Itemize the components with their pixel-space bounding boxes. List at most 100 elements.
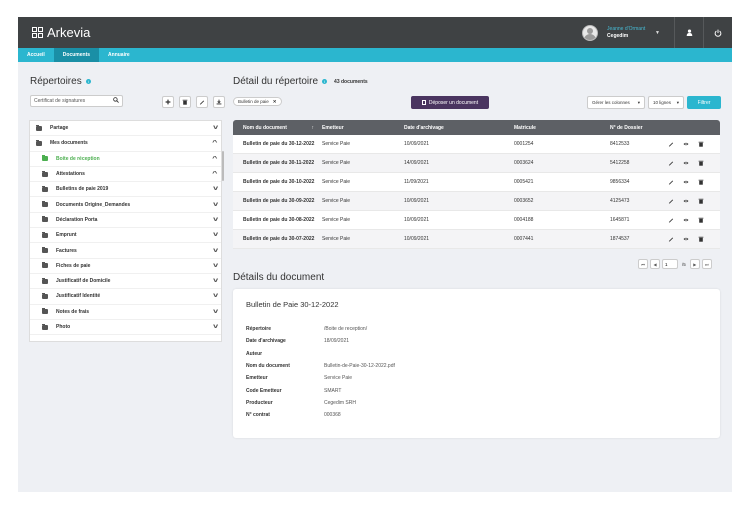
rows-per-page-select[interactable]: 10 lignes ▾ (648, 96, 684, 109)
filter-button[interactable]: Filtrer (687, 96, 721, 109)
chevron-up-icon[interactable]: ^ (213, 140, 218, 146)
manage-columns-select[interactable]: Gérer les colonnes ▾ (587, 96, 645, 109)
filter-chip[interactable]: Bulletin de paie ✕ (233, 97, 282, 106)
sort-icon: ↑ (311, 124, 315, 131)
chevron-down-icon[interactable]: v (213, 278, 218, 284)
nav-annuaire[interactable]: Annuaire (99, 48, 139, 62)
pencil-icon[interactable] (668, 141, 674, 147)
power-icon[interactable] (704, 29, 732, 37)
column-header-dossier[interactable]: N° de Dossier (610, 125, 668, 131)
chevron-down-icon[interactable]: v (213, 324, 218, 330)
table-row[interactable]: Bulletin de paie du 30-07-2022 Service Pa… (233, 230, 720, 249)
chevron-down-icon[interactable]: v (213, 217, 218, 223)
chevron-up-icon[interactable]: ^ (213, 171, 218, 177)
folder-label: Boite de réception (56, 155, 100, 162)
eye-icon[interactable] (683, 198, 689, 204)
chevron-down-icon[interactable]: v (213, 293, 218, 299)
app-logo[interactable]: Arkevia (32, 25, 90, 40)
info-icon[interactable]: i (85, 79, 91, 84)
table-cell: Service Paie (322, 217, 351, 223)
chevron-down-icon[interactable]: v (213, 263, 218, 269)
folder-item[interactable]: Mes documents ^ (30, 136, 221, 152)
info-icon[interactable]: i (322, 79, 328, 84)
pencil-icon[interactable] (668, 217, 674, 223)
folder-icon (42, 170, 48, 177)
folder-icon (42, 231, 48, 238)
search-input[interactable]: Certificat de signatures (30, 95, 123, 107)
search-icon[interactable] (113, 97, 119, 105)
next-page-button[interactable]: ▶ (689, 259, 700, 269)
folder-label: Factures (56, 247, 77, 254)
pencil-icon[interactable] (668, 160, 674, 166)
previous-page-button[interactable]: ◀ (650, 259, 660, 269)
trash-icon[interactable] (698, 160, 704, 166)
folder-item[interactable]: Emprunt v (30, 228, 221, 244)
close-icon[interactable]: ✕ (273, 99, 277, 105)
chevron-down-icon[interactable]: v (213, 125, 218, 131)
nav-accueil[interactable]: Accueil (18, 48, 54, 62)
table-cell: 10/09/2021 (404, 217, 430, 223)
column-header-name[interactable]: Nom du document ↑ (233, 125, 322, 131)
chevron-down-icon[interactable]: ▼ (655, 30, 660, 36)
page-input[interactable]: 1 (662, 259, 678, 269)
eye-icon[interactable] (683, 141, 689, 147)
folder-item[interactable]: Attestations ^ (30, 167, 221, 183)
trash-icon[interactable] (698, 198, 704, 204)
folder-item[interactable]: Notes de frais v (30, 305, 221, 320)
folder-item[interactable]: Boite de réception ^ (30, 152, 221, 167)
chevron-down-icon[interactable]: v (213, 248, 218, 254)
chevron-up-icon[interactable]: ^ (213, 156, 218, 162)
table-row[interactable]: Bulletin de paie du 30-10-2022 Service Pa… (233, 173, 720, 192)
folder-item[interactable]: Photo v (30, 320, 221, 336)
property-value: Bulletin-de-Paie-30-12-2022.pdf (324, 363, 395, 370)
nav-documents[interactable]: Documents (53, 48, 100, 62)
table-body: Bulletin de paie du 30-12-2022 Service Pa… (233, 135, 720, 249)
scrollbar[interactable] (222, 151, 224, 181)
pencil-icon[interactable] (668, 198, 674, 204)
folder-icon (42, 262, 48, 269)
row-actions (668, 217, 704, 223)
add-folder-button[interactable] (162, 96, 174, 108)
eye-icon[interactable] (683, 236, 689, 242)
download-folder-button[interactable] (213, 96, 225, 108)
upload-document-button[interactable]: Déposer un document (411, 96, 489, 109)
chevron-down-icon[interactable]: v (213, 232, 218, 238)
folder-item[interactable]: Bulletins de paie 2019 v (30, 182, 221, 198)
eye-icon[interactable] (683, 217, 689, 223)
table-cell: Bulletin de paie du 30-10-2022 (243, 179, 315, 185)
pencil-icon[interactable] (668, 179, 674, 185)
folder-item[interactable]: Documents Origine_Demandes v (30, 197, 221, 213)
eye-icon[interactable] (683, 160, 689, 166)
folder-item[interactable]: Justificatif Identité v (30, 289, 221, 305)
trash-icon[interactable] (698, 217, 704, 223)
trash-icon[interactable] (698, 179, 704, 185)
column-header-matricule[interactable]: Matricule (514, 125, 610, 131)
folder-item[interactable]: Factures v (30, 243, 221, 259)
column-header-date[interactable]: Date d'archivage (404, 125, 514, 131)
table-row[interactable]: Bulletin de paie du 30-08-2022 Service Pa… (233, 211, 720, 230)
eye-icon[interactable] (683, 179, 689, 185)
column-header-emetteur[interactable]: Emetteur (322, 125, 404, 131)
user-profile-icon[interactable] (675, 29, 703, 36)
table-row[interactable]: Bulletin de paie du 30-09-2022 Service Pa… (233, 192, 720, 211)
folder-item[interactable]: Déclaration Porta v (30, 213, 221, 229)
table-row[interactable]: Bulletin de paie du 30-11-2022 Service Pa… (233, 154, 720, 173)
last-page-button[interactable]: ⏭ (701, 259, 712, 269)
folder-item[interactable]: Justificatif de Domicile v (30, 274, 221, 290)
trash-icon[interactable] (698, 236, 704, 242)
folder-item[interactable]: Fiches de paie v (30, 259, 221, 274)
folder-label: Notes de frais (56, 308, 90, 315)
trash-icon[interactable] (698, 141, 704, 147)
delete-folder-button[interactable] (179, 96, 191, 108)
table-row[interactable]: Bulletin de paie du 30-12-2022 Service Pa… (233, 135, 720, 154)
folder-item[interactable]: Partage v (30, 121, 221, 137)
first-page-button[interactable]: ⏮ (638, 259, 648, 269)
edit-folder-button[interactable] (196, 96, 208, 108)
property-label: Emetteur (246, 375, 268, 382)
user-menu[interactable]: Jeanne d'Ormant Cegedim ▼ (582, 17, 732, 48)
pencil-icon[interactable] (668, 236, 674, 242)
chevron-down-icon[interactable]: v (213, 186, 218, 192)
repertoires-heading: Répertoires i (30, 76, 91, 87)
chevron-down-icon[interactable]: v (213, 202, 218, 208)
chevron-down-icon[interactable]: v (213, 309, 218, 315)
